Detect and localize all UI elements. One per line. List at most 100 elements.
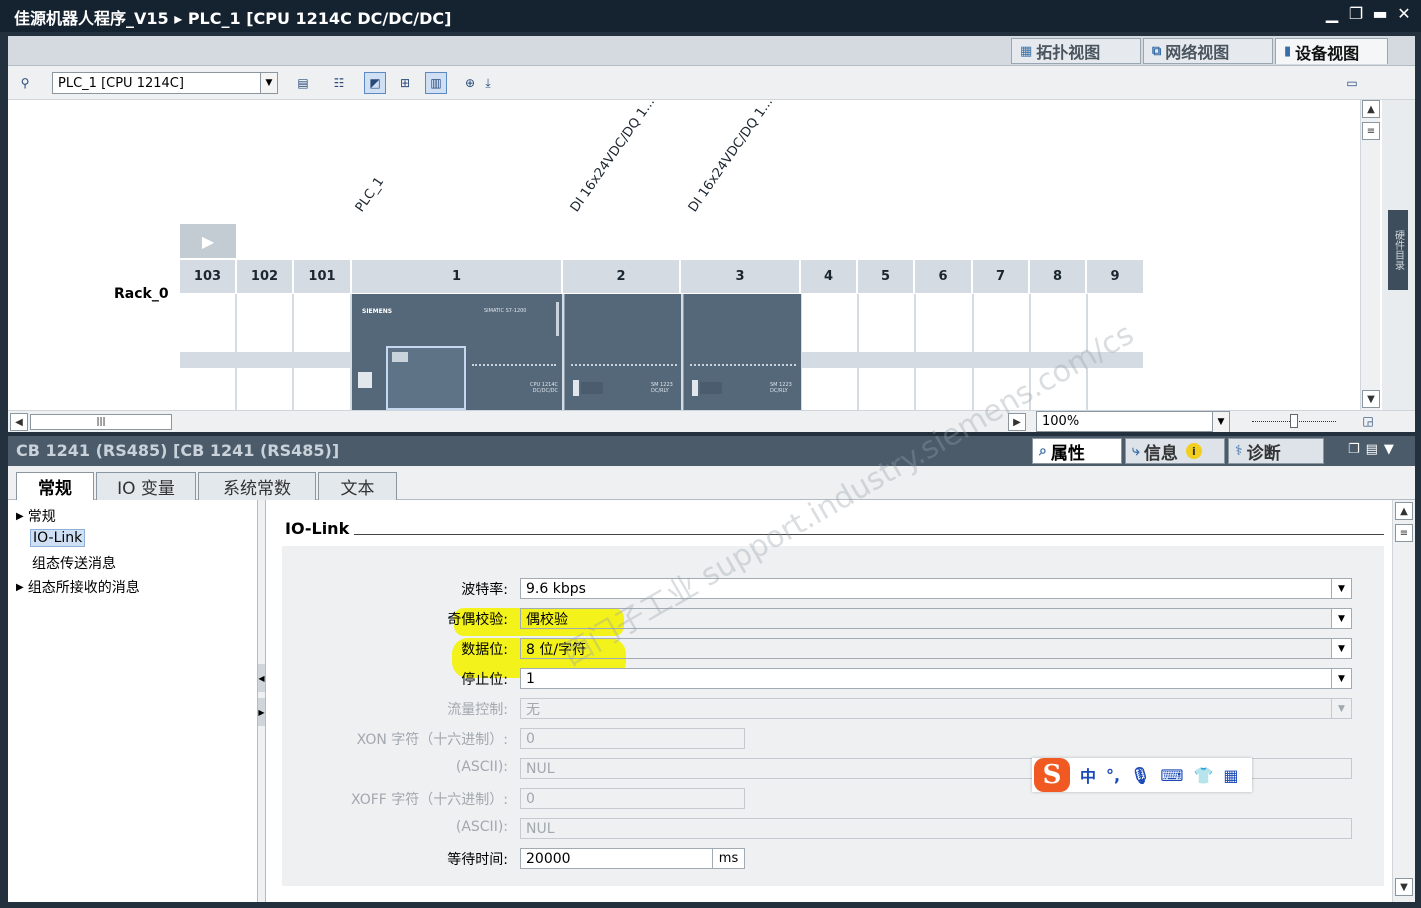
fit-view-icon[interactable]: ◲	[1358, 411, 1378, 431]
hardware-catalog-tab[interactable]: 硬件目录	[1388, 210, 1408, 290]
section-divider	[354, 534, 1384, 535]
slot-header: 102	[237, 260, 294, 293]
scroll-left-icon[interactable]: ◀	[10, 413, 28, 431]
device-overview-icon[interactable]: ⚲	[14, 72, 36, 94]
skin-icon[interactable]: 👕	[1194, 766, 1214, 785]
tab-topology-view[interactable]: ▦ 拓扑视图	[1011, 38, 1141, 64]
grid-icon[interactable]: ⊞	[394, 72, 416, 94]
stop-bits-label: 停止位:	[461, 672, 508, 688]
properties-scrollbar[interactable]: ▲ ≡ ▼	[1392, 500, 1415, 902]
punctuation-icon[interactable]: °,	[1106, 766, 1120, 785]
wait-time-input[interactable]: 20000 ms	[520, 848, 745, 869]
empty-slot-lower	[916, 368, 974, 410]
property-content: IO-Link 波特率: 9.6 kbps ▼ 奇偶校验: 偶校验 ▼ 数据位:…	[266, 500, 1392, 902]
show-names-icon[interactable]: ☷	[328, 72, 350, 94]
canvas-vertical-scrollbar[interactable]: ▲ ≡ ▼	[1360, 100, 1380, 410]
nav-item-send-messages[interactable]: 组态传送消息	[32, 553, 116, 573]
tab-properties[interactable]: ⌕ 属性	[1032, 438, 1122, 464]
empty-slot-lower	[1088, 368, 1143, 410]
empty-slot[interactable]	[237, 294, 294, 352]
scroll-right-icon[interactable]: ▶	[1008, 413, 1026, 431]
close-button[interactable]: ✕	[1395, 4, 1413, 23]
toolbox-icon[interactable]: ▦	[1223, 766, 1238, 785]
nav-item-iolink[interactable]: IO-Link	[30, 529, 86, 547]
properties-icon: ⌕	[1039, 443, 1047, 459]
zoom-select[interactable]: 100% ▼	[1036, 411, 1230, 432]
empty-slot-lower	[294, 368, 352, 410]
tab-info[interactable]: ⤷ 信息 i	[1125, 438, 1225, 464]
nav-splitter[interactable]: ◀ ▶	[258, 500, 266, 902]
slot-header: 101	[294, 260, 352, 293]
empty-slot[interactable]	[802, 294, 859, 352]
tab-diagnostics[interactable]: ⚕ 诊断	[1228, 438, 1324, 464]
di-module-2[interactable]: SM 1223 DC/RLY	[564, 294, 681, 410]
device-select-value: PLC_1 [CPU 1214C]	[58, 75, 184, 91]
wait-time-label: 等待时间:	[447, 852, 508, 868]
wait-time-value: 20000	[526, 850, 571, 867]
properties-toggle-icon[interactable]: ▤	[292, 72, 314, 94]
panel-icon[interactable]: ▭	[1341, 72, 1363, 94]
sogou-logo-icon[interactable]: S	[1034, 758, 1070, 792]
ime-toolbar[interactable]: S 中 °, 🎙 ⌨ 👕 ▦	[1032, 758, 1252, 792]
chevron-down-icon: ▼	[1212, 412, 1229, 432]
collapse-left-icon[interactable]: ◀	[258, 664, 265, 692]
stop-bits-select[interactable]: 1 ▼	[520, 668, 1352, 689]
cb1241-board-selected[interactable]	[386, 346, 466, 410]
horizontal-scroll-thumb[interactable]: |||	[30, 414, 172, 430]
title-bar: 佳源机器人程序_V15 ▸ PLC_1 [CPU 1214C DC/DC/DC]…	[0, 0, 1421, 32]
scroll-down-icon[interactable]: ▼	[1362, 390, 1380, 408]
slot-header: 103	[180, 260, 237, 293]
expand-arrow-icon[interactable]: ▶	[180, 224, 236, 258]
cpu-module[interactable]: SIEMENS SIMATIC S7-1200 CPU 1214C DC/DC/…	[352, 294, 562, 410]
scroll-thumb[interactable]: ≡	[1362, 122, 1380, 140]
chevron-down-icon: ▼	[1331, 669, 1351, 688]
data-bits-value: 8 位/字符	[526, 641, 587, 658]
empty-slot[interactable]	[294, 294, 352, 352]
di-module-3[interactable]: SM 1223 DC/RLY	[683, 294, 801, 410]
subtab-texts[interactable]: 文本	[318, 472, 397, 500]
device-select[interactable]: PLC_1 [CPU 1214C] ▼	[52, 72, 278, 94]
scroll-down-icon[interactable]: ▼	[1395, 878, 1413, 896]
empty-slot[interactable]	[1031, 294, 1088, 352]
device-view-panel: ▦ 拓扑视图 ⧉ 网络视图 ▮ 设备视图 ⚲ PLC_1 [CPU 1214C]…	[8, 36, 1415, 432]
empty-slot[interactable]	[974, 294, 1031, 352]
panel-window-icons[interactable]: ❐▤▼	[1348, 442, 1400, 457]
empty-slot[interactable]	[916, 294, 974, 352]
keyboard-icon[interactable]: ⌨	[1160, 766, 1183, 785]
slot-header-row: 103 102 101 1 2 3 4 5 6 7 8 9	[180, 260, 1143, 293]
zoom-slider-thumb[interactable]	[1290, 414, 1298, 428]
overview-icon[interactable]: ▥	[425, 72, 447, 94]
subtab-system-constants[interactable]: 系统常数	[198, 472, 316, 500]
cpu-led-block	[358, 372, 372, 388]
subtabs-bar: 常规 IO 变量 系统常数 文本	[8, 466, 1415, 500]
flow-control-label: 流量控制:	[447, 702, 508, 718]
empty-slot[interactable]	[1088, 294, 1143, 352]
tab-network-view[interactable]: ⧉ 网络视图	[1143, 38, 1273, 64]
iolink-settings-panel: 波特率: 9.6 kbps ▼ 奇偶校验: 偶校验 ▼ 数据位: 8 位/字符 …	[282, 546, 1384, 886]
nav-item-general[interactable]: ▶ 常规	[16, 506, 56, 526]
microphone-icon[interactable]: 🎙	[1130, 766, 1150, 785]
maximize-button[interactable]: ▬	[1371, 4, 1389, 23]
zoom-in-icon[interactable]: ⊕	[459, 72, 481, 94]
scroll-thumb[interactable]: ≡	[1395, 524, 1413, 542]
restore-button[interactable]: ❐	[1347, 4, 1365, 23]
page-break-icon[interactable]: ◩	[364, 72, 386, 94]
scroll-up-icon[interactable]: ▲	[1395, 502, 1413, 520]
scroll-up-icon[interactable]: ▲	[1362, 100, 1380, 118]
baud-rate-select[interactable]: 9.6 kbps ▼	[520, 578, 1352, 599]
expand-right-icon[interactable]: ▶	[258, 698, 265, 726]
tab-info-label: 信息	[1143, 443, 1178, 464]
ime-mode-label[interactable]: 中	[1080, 763, 1096, 787]
empty-slot[interactable]	[180, 294, 237, 352]
subtab-general[interactable]: 常规	[16, 472, 94, 500]
parity-value: 偶校验	[526, 611, 568, 628]
subtab-io-tags[interactable]: IO 变量	[96, 472, 196, 500]
download-arrow-icon[interactable]: ⤓	[481, 72, 495, 94]
parity-select[interactable]: 偶校验 ▼	[520, 608, 1352, 629]
nav-item-receive-messages[interactable]: ▶ 组态所接收的消息	[16, 577, 140, 597]
data-bits-select[interactable]: 8 位/字符 ▼	[520, 638, 1352, 659]
tab-properties-label: 属性	[1050, 443, 1085, 464]
minimize-button[interactable]: ▁	[1323, 4, 1341, 23]
empty-slot[interactable]	[859, 294, 916, 352]
tab-device-view[interactable]: ▮ 设备视图	[1275, 38, 1388, 64]
